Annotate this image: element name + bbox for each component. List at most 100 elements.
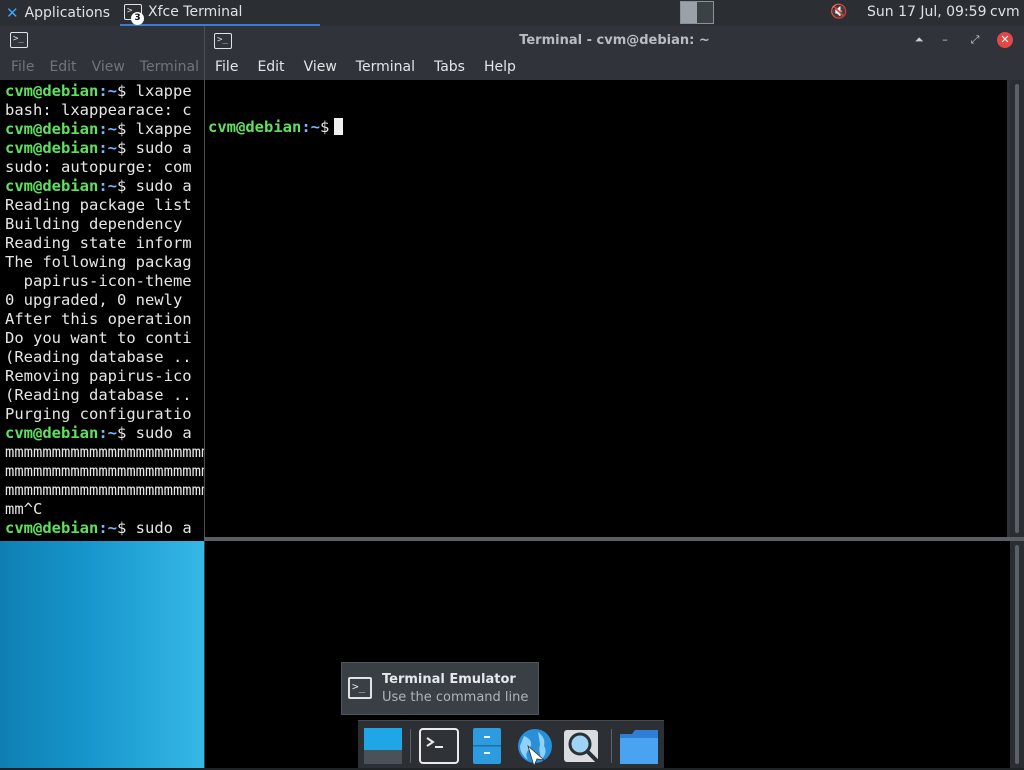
shade-icon[interactable]: ⏶ [911, 32, 927, 48]
prompt-path: :~ [98, 139, 117, 157]
command-text: $ lxappe [117, 120, 192, 138]
background-menu-terminal[interactable]: Terminal [140, 59, 199, 75]
dock-separator [611, 729, 612, 763]
prompt-user: cvm@debian [5, 82, 99, 100]
text-cursor [334, 118, 344, 135]
prompt-path: :~ [98, 519, 117, 537]
background-terminal-window[interactable]: >_ File Edit View Terminal cvm@debian:~$ lx… [0, 26, 204, 541]
terminal-line: cvm@debian:~$ sudo a [5, 139, 204, 158]
dock-separator [410, 729, 411, 763]
terminal-line: cvm@debian:~$ lxappe [5, 82, 204, 101]
terminal-window[interactable]: >_ Terminal - cvm@debian: ~ ⏶ – ⤢ ✕ File… [204, 26, 1024, 541]
terminal-line: Reading package list [5, 196, 192, 214]
file-manager-button[interactable] [466, 726, 508, 766]
terminal-menu-help[interactable]: Help [484, 59, 516, 75]
terminal-line: mmmmmmmmmmmmmmmmmmmmmm [5, 443, 204, 461]
xfce-logo-icon: ✕ [6, 4, 19, 22]
prompt-symbol: $ [320, 118, 330, 136]
background-menubar: File Edit View Terminal [0, 54, 204, 80]
terminal-line: mmmmmmmmmmmmmmmmmmmmmm [5, 462, 204, 480]
terminal-emulator-icon [419, 728, 459, 764]
terminal-line: mm^C [5, 500, 43, 518]
terminal-line: Do you want to conti [5, 329, 192, 347]
web-browser-button[interactable] [514, 726, 556, 768]
prompt-user: cvm@debian [208, 118, 302, 136]
terminal-line: (Reading database .. [5, 348, 192, 366]
terminal-line: bash: lxappearace: c [5, 101, 192, 119]
terminal-menu-edit[interactable]: Edit [257, 59, 284, 75]
applications-menu-button[interactable]: ✕ Applications [0, 0, 118, 26]
command-text: $ sudo a [117, 424, 192, 442]
close-icon[interactable]: ✕ [997, 32, 1013, 48]
background-terminal-output[interactable]: cvm@debian:~$ lxappe bash: lxappearace: c… [0, 80, 204, 542]
terminal-emulator-button[interactable] [418, 726, 460, 766]
window-title: Terminal - cvm@debian: ~ [519, 33, 710, 48]
show-desktop-button[interactable] [362, 726, 404, 766]
maximize-icon[interactable]: ⤢ [967, 32, 983, 48]
prompt-user: cvm@debian [5, 519, 99, 537]
volume-muted-icon[interactable]: 🔇 [830, 4, 847, 20]
terminal-area[interactable]: cvm@debian:~$ [205, 80, 1007, 537]
prompt-path: :~ [98, 82, 117, 100]
terminal-line: Reading state inform [5, 234, 192, 252]
background-window-titlebar[interactable]: >_ [0, 26, 204, 54]
workspace-switcher[interactable] [680, 1, 714, 24]
magnifier-icon [564, 730, 600, 764]
lower-scrollbar-thumb[interactable] [1015, 545, 1019, 764]
tooltip-title: Terminal Emulator [382, 672, 516, 687]
dock [358, 720, 664, 768]
folder-icon [620, 730, 658, 764]
background-menu-edit[interactable]: Edit [49, 59, 76, 75]
scrollbar-thumb[interactable] [1015, 84, 1019, 533]
home-folder-button[interactable] [618, 726, 660, 766]
minimize-icon[interactable]: – [937, 32, 953, 48]
file-cabinet-icon [473, 728, 501, 764]
clock[interactable]: Sun 17 Jul, 09:59 [867, 4, 987, 20]
prompt-path: :~ [98, 120, 117, 138]
window-bottom-border [204, 537, 1024, 541]
menubar: File Edit View Terminal Tabs Help [205, 54, 1024, 80]
terminal-line: Purging configuratio [5, 405, 192, 423]
user-menu[interactable]: cvm [990, 4, 1020, 20]
app-finder-button[interactable] [562, 726, 604, 766]
scrollbar[interactable] [1010, 80, 1024, 537]
workspace-1[interactable] [681, 2, 697, 23]
top-panel: ✕ Applications >_ Xfce Terminal 3 🔇 Sun … [0, 0, 1024, 26]
prompt-user: cvm@debian [5, 424, 99, 442]
terminal-line: After this operation [5, 310, 192, 328]
terminal-line: Removing papirus-ico [5, 367, 192, 385]
lower-scrollbar[interactable] [1010, 541, 1024, 768]
taskbar-xfce-terminal-button[interactable]: >_ Xfce Terminal [120, 0, 320, 26]
command-text: $ sudo a [117, 519, 192, 537]
prompt-user: cvm@debian [5, 120, 99, 138]
terminal-line: papirus-icon-theme [5, 272, 192, 290]
terminal-line: cvm@debian:~$ sudo a [5, 424, 204, 443]
terminal-icon: >_ [10, 32, 28, 48]
show-desktop-icon [364, 728, 402, 764]
prompt-line: cvm@debian:~$ [208, 118, 1007, 137]
terminal-line: sudo: autopurge: com [5, 158, 192, 176]
window-count-badge: 3 [131, 12, 144, 25]
terminal-output: cvm@debian:~$ [205, 80, 1007, 175]
terminal-icon: >_ [348, 677, 372, 699]
terminal-line: cvm@debian:~$ sudo a [5, 519, 204, 538]
prompt-user: cvm@debian [5, 139, 99, 157]
terminal-menu-terminal[interactable]: Terminal [356, 59, 415, 75]
command-text: $ sudo a [117, 177, 192, 195]
command-text: $ lxappe [117, 82, 192, 100]
dock-tooltip: >_ Terminal Emulator Use the command lin… [341, 662, 539, 715]
window-titlebar[interactable]: >_ Terminal - cvm@debian: ~ ⏶ – ⤢ ✕ [205, 26, 1024, 54]
background-menu-file[interactable]: File [11, 59, 34, 75]
terminal-line: (Reading database .. [5, 386, 192, 404]
prompt-user: cvm@debian [5, 177, 99, 195]
taskbar-title: Xfce Terminal [148, 4, 243, 20]
terminal-menu-tabs[interactable]: Tabs [434, 59, 465, 75]
prompt-path: :~ [98, 177, 117, 195]
terminal-line: cvm@debian:~$ lxappe [5, 120, 204, 139]
terminal-menu-view[interactable]: View [304, 59, 337, 75]
terminal-menu-file[interactable]: File [215, 59, 238, 75]
desktop-wallpaper [0, 541, 204, 768]
workspace-2[interactable] [697, 2, 713, 23]
background-menu-view[interactable]: View [92, 59, 125, 75]
applications-label: Applications [24, 5, 111, 21]
